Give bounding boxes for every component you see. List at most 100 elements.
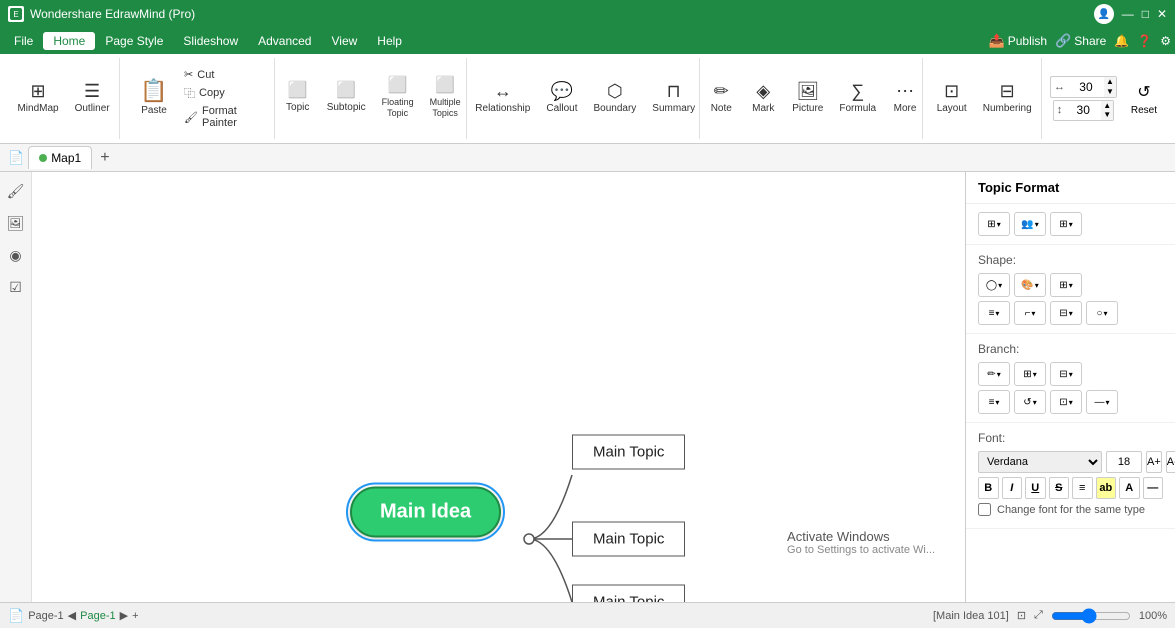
close-btn[interactable]: ✕ [1157, 7, 1167, 21]
panel-icon-check[interactable]: ☑ [3, 274, 29, 300]
formula-btn[interactable]: ∑ Formula [833, 78, 882, 119]
layout-btn[interactable]: ⊡ Layout [931, 78, 973, 119]
menu-slideshow[interactable]: Slideshow [173, 32, 248, 50]
note-label: Note [711, 103, 732, 115]
strikethrough-btn[interactable]: S [1049, 477, 1070, 499]
tab-map1[interactable]: Map1 [28, 146, 92, 169]
reset-btn[interactable]: ↺ Reset [1125, 78, 1163, 120]
callout-icon: 💬 [551, 82, 573, 100]
font-color-btn[interactable]: A [1119, 477, 1140, 499]
notification-icon[interactable]: 🔔 [1114, 34, 1129, 48]
copy-btn[interactable]: ⿻ Copy [180, 84, 266, 102]
add-tab-btn[interactable]: + [100, 149, 109, 167]
minimize-btn[interactable]: — [1122, 7, 1134, 21]
paste-icon: 📋 [140, 80, 167, 102]
font-extra-btn[interactable]: — [1143, 477, 1164, 499]
cut-btn[interactable]: ✂ Cut [180, 67, 266, 82]
avatar[interactable]: 👤 [1094, 4, 1114, 24]
multiple-topics-label: MultipleTopics [430, 97, 461, 119]
floating-topic-btn[interactable]: ⬜ FloatingTopic [376, 74, 420, 123]
menu-pagestyle[interactable]: Page Style [95, 32, 173, 50]
spinner-top-input[interactable] [1068, 80, 1104, 94]
spinner-top-down[interactable]: ▼ [1104, 87, 1116, 97]
titlebar-left: E Wondershare EdrawMind (Pro) [8, 6, 195, 22]
settings-icon[interactable]: ⚙ [1160, 34, 1171, 48]
menu-advanced[interactable]: Advanced [248, 32, 321, 50]
layout-icon-2[interactable]: 👥 [1014, 212, 1046, 236]
shape-icon-2[interactable]: 🎨 [1014, 273, 1046, 297]
topic-btn[interactable]: ⬜ Topic [279, 79, 317, 118]
spinner-bottom-down[interactable]: ▼ [1101, 110, 1113, 120]
relationship-btn[interactable]: ↔ Relationship [469, 78, 536, 119]
shape-icon-1[interactable]: ◯ [978, 273, 1010, 297]
font-family-select[interactable]: Verdana Arial Times New Roman [978, 451, 1102, 473]
fullscreen-btn[interactable]: ⤢ [1034, 609, 1043, 622]
summary-btn[interactable]: ⊓ Summary [646, 78, 701, 119]
branch-icon-1[interactable]: ✏ [978, 362, 1010, 386]
multiple-topics-btn[interactable]: ⬜ MultipleTopics [424, 74, 467, 123]
outliner-btn[interactable]: ☰ Outliner [69, 78, 116, 119]
format-painter-btn[interactable]: 🖌 Format Painter [180, 104, 266, 130]
page-nav-prev[interactable]: ◀ [68, 609, 76, 622]
underline-btn[interactable]: U [1025, 477, 1046, 499]
maximize-btn[interactable]: □ [1142, 7, 1149, 21]
subtopic-btn[interactable]: ⬜ Subtopic [321, 79, 372, 118]
branch-icon-4[interactable]: ≡ [978, 390, 1010, 414]
note-btn[interactable]: ✏ Note [702, 78, 740, 119]
topic-2-text: Main Topic [593, 531, 664, 548]
picture-btn[interactable]: 🖼 Picture [786, 78, 829, 119]
layout-icon-1[interactable]: ⊞ [978, 212, 1010, 236]
ribbon-insert-items: ⬜ Topic ⬜ Subtopic ⬜ FloatingTopic ⬜ Mul… [279, 58, 467, 139]
zoom-slider[interactable] [1051, 608, 1131, 624]
italic-btn[interactable]: I [1002, 477, 1023, 499]
panel-icon-layers[interactable]: ◉ [3, 242, 29, 268]
shape-icon-4[interactable]: ≡ [978, 301, 1010, 325]
paste-btn[interactable]: 📋 Paste [132, 76, 176, 121]
align-btn[interactable]: ≡ [1072, 477, 1093, 499]
ribbon-connect-items: ↔ Relationship 💬 Callout ⬡ Boundary ⊓ Su… [469, 58, 701, 139]
share-btn[interactable]: 🔗 Share [1055, 33, 1106, 49]
same-font-checkbox[interactable] [978, 503, 991, 516]
branch-icon-5[interactable]: ↺ [1014, 390, 1046, 414]
shape-icon-5[interactable]: ⌐ [1014, 301, 1046, 325]
menu-view[interactable]: View [321, 32, 367, 50]
publish-btn[interactable]: 📤 Publish [989, 33, 1048, 49]
menu-file[interactable]: File [4, 32, 43, 50]
spinner-top-up[interactable]: ▲ [1104, 77, 1116, 87]
more-btn[interactable]: ⋯ More [886, 78, 924, 119]
font-size-input[interactable] [1106, 451, 1142, 473]
menu-help[interactable]: Help [367, 32, 412, 50]
topic-node-3[interactable]: Main Topic [572, 585, 685, 603]
branch-icon-6[interactable]: ⊡ [1050, 390, 1082, 414]
mark-btn[interactable]: ◈ Mark [744, 78, 782, 119]
add-page-btn[interactable]: + [132, 610, 138, 622]
topic-node-1[interactable]: Main Topic [572, 435, 685, 470]
branch-icon-2[interactable]: ⊞ [1014, 362, 1046, 386]
highlight-btn[interactable]: ab [1096, 477, 1117, 499]
shape-icon-6[interactable]: ⊟ [1050, 301, 1082, 325]
boundary-btn[interactable]: ⬡ Boundary [587, 78, 642, 119]
shape-icon-3[interactable]: ⊞ [1050, 273, 1082, 297]
mindmap-btn[interactable]: ⊞ MindMap [11, 78, 64, 119]
spinner-bottom-input[interactable] [1065, 103, 1101, 117]
main-idea-node[interactable]: Main Idea [350, 487, 501, 538]
layout-icon-3[interactable]: ⊞ [1050, 212, 1082, 236]
menu-home[interactable]: Home [43, 32, 95, 50]
same-font-row: Change font for the same type [978, 499, 1163, 520]
page-nav-next[interactable]: ▶ [120, 609, 128, 622]
font-size-decrease[interactable]: A- [1166, 451, 1175, 473]
shape-icon-7[interactable]: ○ [1086, 301, 1118, 325]
branch-icon-7[interactable]: — [1086, 390, 1118, 414]
font-size-increase[interactable]: A+ [1146, 451, 1162, 473]
help-icon[interactable]: ❓ [1137, 34, 1152, 48]
panel-icon-brush[interactable]: 🖌 [3, 178, 29, 204]
note-icon: ✏ [714, 82, 729, 100]
panel-icon-image[interactable]: 🖼 [3, 210, 29, 236]
branch-icon-3[interactable]: ⊟ [1050, 362, 1082, 386]
numbering-btn[interactable]: ⊟ Numbering [977, 78, 1038, 119]
topic-node-2[interactable]: Main Topic [572, 522, 685, 557]
spinner-bottom-up[interactable]: ▲ [1101, 101, 1113, 111]
bold-btn[interactable]: B [978, 477, 999, 499]
fit-btn[interactable]: ⊡ [1017, 609, 1026, 622]
callout-btn[interactable]: 💬 Callout [540, 78, 583, 119]
